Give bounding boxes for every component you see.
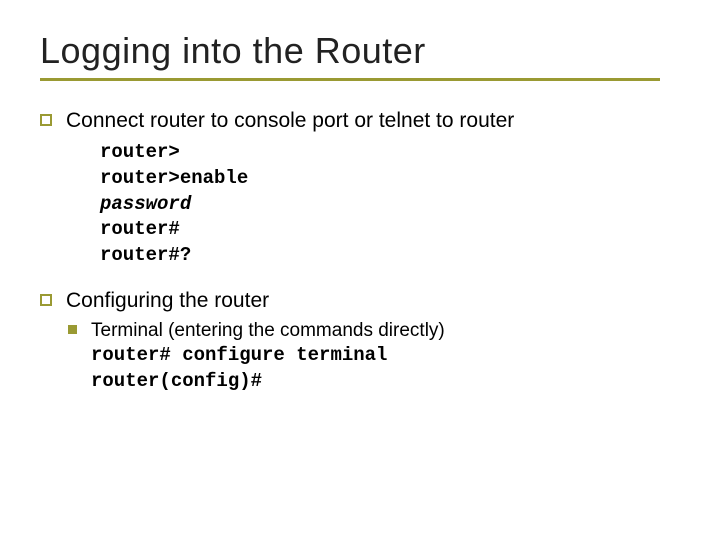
code-line: router# configure terminal	[91, 343, 445, 369]
bullet-text: Configuring the router	[66, 287, 269, 314]
bullet-item: Connect router to console port or telnet…	[40, 107, 680, 134]
code-line: router>enable	[100, 166, 680, 192]
square-bullet-icon	[40, 294, 52, 306]
code-line: router(config)#	[91, 369, 445, 395]
code-line: router>	[100, 140, 680, 166]
slide-title: Logging into the Router	[40, 30, 680, 72]
code-line: router#	[100, 217, 680, 243]
slide: Logging into the Router Connect router t…	[0, 0, 720, 540]
bullet-text: Connect router to console port or telnet…	[66, 107, 514, 134]
sub-bullet-text: Terminal (entering the commands directly…	[91, 318, 445, 344]
bullet-item: Configuring the router	[40, 287, 680, 314]
code-line: password	[100, 192, 680, 218]
title-underline	[40, 78, 660, 81]
sub-bullet-item: Terminal (entering the commands directly…	[68, 318, 680, 395]
square-bullet-icon	[40, 114, 52, 126]
code-block: router> router>enable password router# r…	[100, 140, 680, 268]
code-line: router#?	[100, 243, 680, 269]
filled-square-bullet-icon	[68, 325, 77, 334]
